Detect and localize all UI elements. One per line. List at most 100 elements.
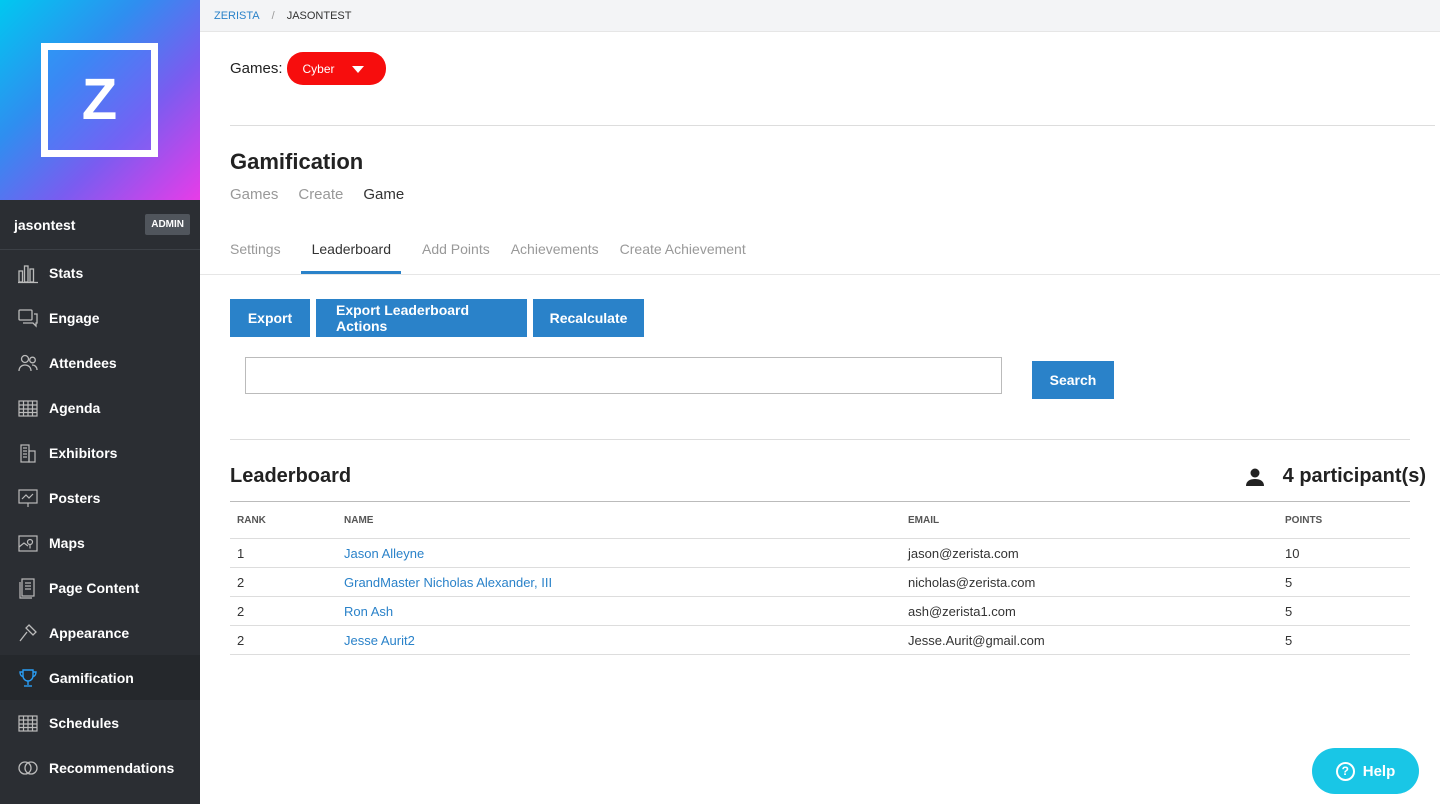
breadcrumb-current: JASONTEST xyxy=(286,9,352,22)
breadcrumb-root-link[interactable]: ZERISTA xyxy=(214,10,260,22)
participant-name-link[interactable]: Jesse Aurit2 xyxy=(337,625,901,655)
table-row: 2 GrandMaster Nicholas Alexander, III ni… xyxy=(230,567,1410,597)
sidebar-nav: Stats Engage Attendees Agenda Exhibitors… xyxy=(0,250,200,790)
table-row: 2 Jesse Aurit2 Jesse.Aurit@gmail.com 5 xyxy=(230,625,1410,655)
rank-cell: 2 xyxy=(230,625,337,655)
action-buttons: Export Export Leaderboard Actions Recalc… xyxy=(230,299,650,337)
help-label: Help xyxy=(1362,762,1396,780)
logo-area: Z xyxy=(0,0,200,200)
calendar-grid-icon xyxy=(16,396,40,420)
sidebar-item-agenda[interactable]: Agenda xyxy=(0,385,200,430)
leaderboard-title: Leaderboard xyxy=(230,465,352,487)
sidebar-item-label: Engage xyxy=(49,309,100,326)
logo-letter: Z xyxy=(81,67,118,132)
email-cell: ash@zerista1.com xyxy=(901,596,1278,626)
people-icon xyxy=(16,351,40,375)
page-title: Gamification xyxy=(230,149,364,174)
tab-add-points[interactable]: Add Points xyxy=(422,232,490,274)
map-icon xyxy=(16,531,40,555)
sidebar-item-gamification[interactable]: Gamification xyxy=(0,655,200,700)
sidebar-item-label: Agenda xyxy=(49,399,101,416)
help-button[interactable]: ? Help xyxy=(1312,748,1419,794)
tab-divider xyxy=(200,274,1440,275)
sidebar-item-recommendations[interactable]: Recommendations xyxy=(0,745,200,790)
bar-chart-icon xyxy=(16,261,40,285)
points-cell: 5 xyxy=(1278,625,1410,655)
games-dropdown[interactable]: Cyber xyxy=(286,52,386,85)
document-icon xyxy=(16,576,40,600)
main-content: ZERISTA / JASONTEST Games: Cyber Gamific… xyxy=(200,0,1440,804)
rank-cell: 2 xyxy=(230,567,337,597)
sidebar: Z jasontest ADMIN Stats Engage Attendees… xyxy=(0,0,200,804)
column-header-name[interactable]: NAME xyxy=(337,501,901,539)
hammer-icon xyxy=(16,621,40,645)
sidebar-item-maps[interactable]: Maps xyxy=(0,520,200,565)
games-selector-row: Games: Cyber xyxy=(230,52,386,85)
calendar-grid-icon xyxy=(16,711,40,735)
column-header-rank[interactable]: RANK xyxy=(230,501,337,539)
participant-count: 4 participant(s) xyxy=(1245,465,1426,488)
export-leaderboard-actions-button[interactable]: Export Leaderboard Actions xyxy=(316,299,527,337)
sidebar-item-label: Attendees xyxy=(49,354,117,371)
sidebar-item-engage[interactable]: Engage xyxy=(0,295,200,340)
chevron-down-icon xyxy=(351,66,364,73)
recalculate-button[interactable]: Recalculate xyxy=(533,299,644,337)
participant-name-link[interactable]: GrandMaster Nicholas Alexander, III xyxy=(337,567,901,597)
sidebar-item-label: Stats xyxy=(49,264,84,281)
participant-count-text: 4 participant(s) xyxy=(1282,465,1426,487)
tab-leaderboard[interactable]: Leaderboard xyxy=(300,232,401,274)
column-header-points[interactable]: POINTS xyxy=(1278,501,1410,539)
trophy-icon xyxy=(16,666,40,690)
participant-name-link[interactable]: Ron Ash xyxy=(337,596,901,626)
points-cell: 5 xyxy=(1278,567,1410,597)
sidebar-item-label: Page Content xyxy=(49,579,140,596)
email-cell: nicholas@zerista.com xyxy=(901,567,1278,597)
breadcrumb-separator: / xyxy=(271,9,275,22)
sidebar-item-label: Maps xyxy=(49,534,85,551)
sidebar-item-stats[interactable]: Stats xyxy=(0,250,200,295)
subnav-create-link[interactable]: Create xyxy=(298,186,343,203)
user-row: jasontest ADMIN xyxy=(0,200,200,250)
tab-settings[interactable]: Settings xyxy=(230,232,281,274)
column-header-email[interactable]: EMAIL xyxy=(901,501,1278,539)
subnav-game-current: Game xyxy=(363,186,405,203)
search-input[interactable] xyxy=(245,357,1002,394)
email-cell: Jesse.Aurit@gmail.com xyxy=(901,625,1278,655)
building-icon xyxy=(16,441,40,465)
email-cell: jason@zerista.com xyxy=(901,538,1278,568)
sidebar-item-page-content[interactable]: Page Content xyxy=(0,565,200,610)
person-icon xyxy=(1245,468,1264,486)
username: jasontest xyxy=(14,216,76,233)
table-row: 1 Jason Alleyne jason@zerista.com 10 xyxy=(230,538,1410,568)
zerista-logo[interactable]: Z xyxy=(41,43,158,157)
rank-cell: 2 xyxy=(230,596,337,626)
tab-bar: Settings Leaderboard Add Points Achievem… xyxy=(230,232,767,274)
export-button[interactable]: Export xyxy=(230,299,310,337)
admin-badge: ADMIN xyxy=(145,214,190,235)
sidebar-item-appearance[interactable]: Appearance xyxy=(0,610,200,655)
sidebar-item-label: Gamification xyxy=(49,669,134,686)
sidebar-item-attendees[interactable]: Attendees xyxy=(0,340,200,385)
table-header-row: RANK NAME EMAIL POINTS xyxy=(230,501,1410,539)
sub-breadcrumb: Games Create Game xyxy=(230,186,424,203)
sidebar-item-schedules[interactable]: Schedules xyxy=(0,700,200,745)
games-dropdown-value: Cyber xyxy=(302,61,335,76)
chat-icon xyxy=(16,306,40,330)
sidebar-item-label: Posters xyxy=(49,489,101,506)
sidebar-item-label: Exhibitors xyxy=(49,444,118,461)
sidebar-item-label: Schedules xyxy=(49,714,120,731)
sidebar-item-label: Appearance xyxy=(49,624,130,641)
rank-cell: 1 xyxy=(230,538,337,568)
tab-achievements[interactable]: Achievements xyxy=(511,232,599,274)
points-cell: 5 xyxy=(1278,596,1410,626)
search-button[interactable]: Search xyxy=(1032,361,1114,399)
divider xyxy=(230,125,1435,126)
sidebar-item-exhibitors[interactable]: Exhibitors xyxy=(0,430,200,475)
tab-create-achievement[interactable]: Create Achievement xyxy=(620,232,746,274)
participant-name-link[interactable]: Jason Alleyne xyxy=(337,538,901,568)
points-cell: 10 xyxy=(1278,538,1410,568)
sidebar-item-posters[interactable]: Posters xyxy=(0,475,200,520)
subnav-games-link[interactable]: Games xyxy=(230,186,278,203)
question-icon: ? xyxy=(1335,761,1355,781)
table-row: 2 Ron Ash ash@zerista1.com 5 xyxy=(230,596,1410,626)
